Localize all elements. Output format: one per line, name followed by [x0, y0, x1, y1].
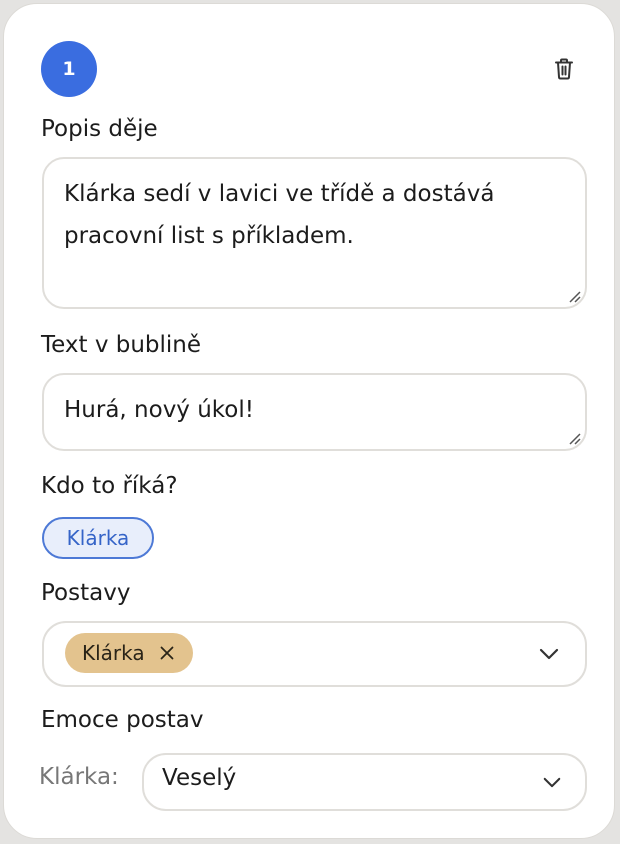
description-textarea[interactable]: Klárka sedí v lavici ve třídě a dostává …	[42, 157, 587, 309]
emotion-select[interactable]: Veselý	[142, 753, 587, 811]
emotion-select-value: Veselý	[162, 765, 237, 791]
character-tag: Klárka	[65, 633, 193, 673]
bubble-text: Hurá, nový úkol!	[64, 397, 254, 423]
characters-label: Postavy	[41, 580, 131, 606]
description-label: Popis děje	[41, 116, 158, 142]
step-number-badge: 1	[41, 41, 97, 97]
chevron-down-icon	[539, 648, 559, 660]
delete-step-button[interactable]	[544, 52, 584, 86]
resize-grip-icon[interactable]	[567, 289, 581, 303]
emotions-label: Emoce postav	[41, 707, 204, 733]
bubble-label: Text v bublině	[41, 332, 202, 358]
chevron-down-icon	[543, 777, 561, 788]
description-text: Klárka sedí v lavici ve třídě a dostává …	[64, 181, 495, 249]
trash-icon	[555, 58, 573, 80]
speaker-chip-klarka[interactable]: Klárka	[42, 517, 154, 559]
speaker-chip-label: Klárka	[66, 526, 130, 550]
character-tag-label: Klárka	[82, 641, 145, 665]
resize-grip-icon[interactable]	[567, 431, 581, 445]
emotion-character-label: Klárka:	[39, 764, 119, 790]
characters-multiselect[interactable]: Klárka	[42, 621, 587, 687]
close-icon[interactable]	[159, 645, 175, 661]
scene-step-card: 1 Popis děje Klárka sedí v lavici ve tří…	[3, 3, 615, 839]
speaker-label: Kdo to říká?	[41, 473, 178, 499]
bubble-textarea[interactable]: Hurá, nový úkol!	[42, 373, 587, 451]
